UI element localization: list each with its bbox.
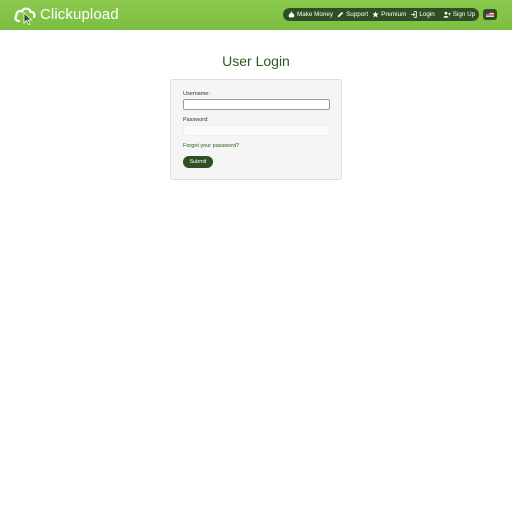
password-input[interactable]: [183, 125, 330, 136]
login-form: Username: Password: Forgot your password…: [170, 79, 342, 180]
nav-support[interactable]: Support: [337, 11, 368, 18]
flag-icon: [486, 12, 494, 17]
submit-button[interactable]: Submit: [183, 156, 213, 168]
nav-label: Sign Up: [452, 11, 476, 18]
login-icon: [411, 11, 418, 18]
money-bag-icon: [288, 11, 295, 18]
main-nav: Make Money Support Premium Login Sign Up: [283, 8, 479, 21]
user-plus-icon: [443, 11, 451, 18]
nav-label: Premium: [381, 11, 407, 18]
star-icon: [372, 11, 379, 18]
page-title: User Login: [222, 53, 290, 69]
site-header: Clickupload Make Money Support Premium L…: [0, 0, 512, 30]
nav-make-money[interactable]: Make Money: [288, 11, 333, 18]
language-selector[interactable]: [483, 9, 497, 20]
username-label: Username:: [183, 91, 210, 97]
nav-premium[interactable]: Premium: [372, 11, 406, 18]
password-label: Password:: [183, 117, 209, 123]
forgot-password-link[interactable]: Forgot your password?: [183, 143, 239, 149]
site-logo[interactable]: Clickupload: [14, 5, 119, 25]
nav-label: Login: [419, 11, 435, 18]
nav-login[interactable]: Login: [410, 11, 435, 18]
username-input[interactable]: [183, 99, 330, 110]
pencil-icon: [337, 11, 344, 18]
nav-sign-up[interactable]: Sign Up: [443, 11, 475, 18]
nav-label: Make Money: [297, 11, 334, 18]
cloud-cursor-icon: [14, 7, 36, 25]
nav-label: Support: [346, 11, 369, 18]
logo-text: Clickupload: [40, 6, 119, 23]
